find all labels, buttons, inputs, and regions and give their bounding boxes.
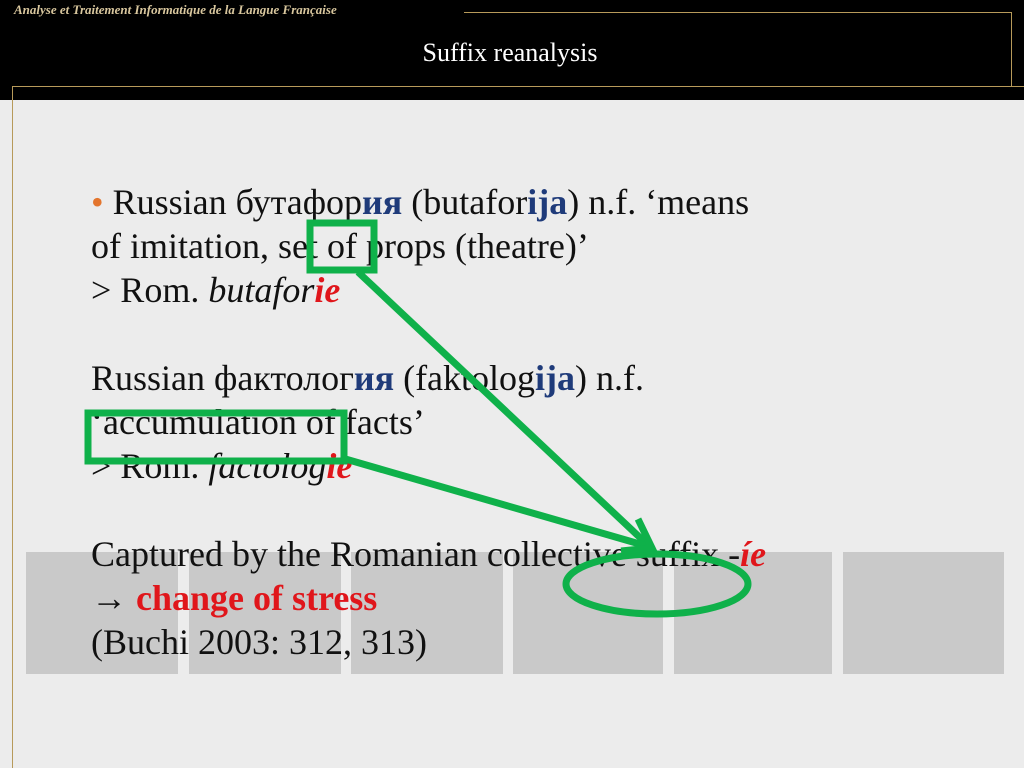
highlight-ellipse-collective xyxy=(562,550,752,618)
annotation-overlay xyxy=(84,219,752,618)
highlight-box-accumulation xyxy=(84,409,348,465)
highlight-box-set xyxy=(306,219,378,274)
